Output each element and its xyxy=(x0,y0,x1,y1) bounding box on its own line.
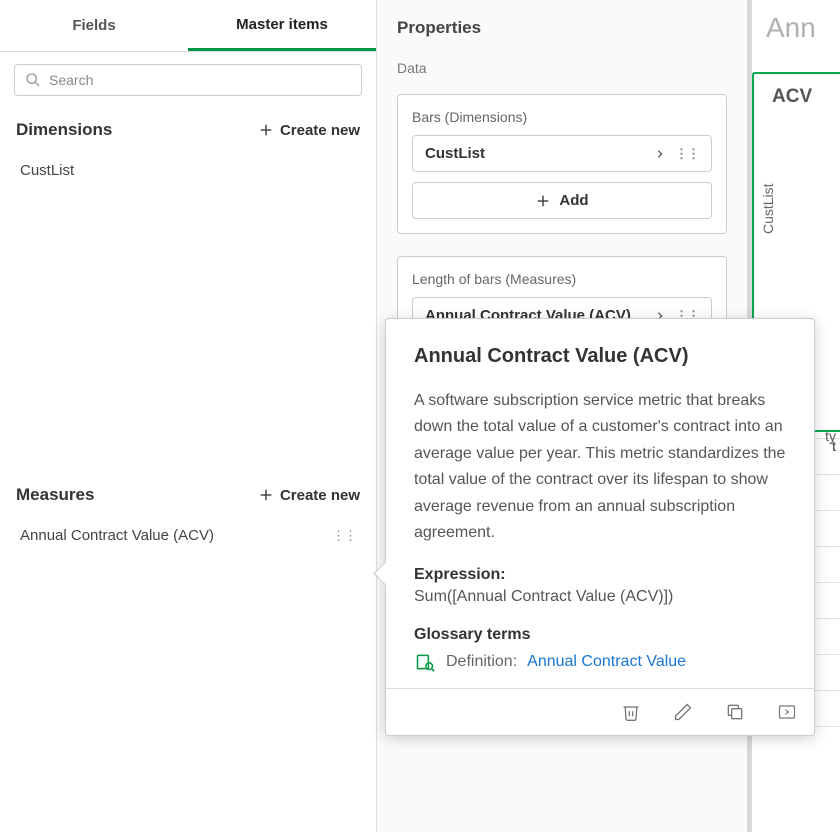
search-input[interactable] xyxy=(14,64,362,96)
dimensions-header: Dimensions Create new xyxy=(0,106,376,150)
chart-value-label: ACV xyxy=(772,86,840,108)
export-icon[interactable] xyxy=(776,701,798,723)
glossary-link[interactable]: Annual Contract Value xyxy=(527,653,686,671)
popover-description: A software subscription service metric t… xyxy=(414,388,786,546)
glossary-label: Glossary terms xyxy=(414,626,786,644)
add-label: Add xyxy=(559,192,588,209)
assets-panel: Fields Master items Dimensions Create ne… xyxy=(0,0,377,832)
data-section-label: Data xyxy=(397,60,727,76)
edit-icon[interactable] xyxy=(672,701,694,723)
tab-fields[interactable]: Fields xyxy=(0,0,188,51)
measure-item[interactable]: Annual Contract Value (ACV) ⋮⋮ xyxy=(0,515,376,556)
measure-details-popover: Annual Contract Value (ACV) A software s… xyxy=(385,318,815,736)
plus-icon xyxy=(535,193,551,209)
plus-icon xyxy=(258,122,274,138)
measure-item-label: Annual Contract Value (ACV) xyxy=(20,527,214,544)
asset-tabs: Fields Master items xyxy=(0,0,376,52)
duplicate-icon[interactable] xyxy=(724,701,746,723)
dimension-chip-label: CustList xyxy=(425,145,485,162)
popover-title: Annual Contract Value (ACV) xyxy=(414,345,786,368)
chevron-right-icon xyxy=(655,147,665,161)
measures-header: Measures Create new xyxy=(0,471,376,515)
plus-icon xyxy=(258,487,274,503)
add-dimension-button[interactable]: Add xyxy=(412,182,712,219)
create-measure-button[interactable]: Create new xyxy=(258,487,360,504)
tab-master-items[interactable]: Master items xyxy=(188,0,376,51)
chart-axis-label: CustList xyxy=(760,183,776,234)
drag-handle-icon[interactable]: ⋮⋮ xyxy=(332,528,356,544)
expression-label: Expression: xyxy=(414,566,786,584)
popover-toolbar xyxy=(386,688,814,735)
delete-icon[interactable] xyxy=(620,701,642,723)
dimension-chip[interactable]: CustList ⋮⋮ xyxy=(412,135,712,172)
search-field[interactable] xyxy=(49,72,351,88)
drag-handle-icon[interactable]: ⋮⋮ xyxy=(675,146,699,162)
definition-label: Definition: xyxy=(446,653,517,671)
search-icon xyxy=(25,72,41,88)
measures-title: Measures xyxy=(16,485,94,505)
chart-title: Ann xyxy=(766,12,816,44)
create-dimension-button[interactable]: Create new xyxy=(258,122,360,139)
glossary-icon xyxy=(414,652,436,672)
bars-card: Bars (Dimensions) CustList ⋮⋮ Add xyxy=(397,94,727,234)
create-dimension-label: Create new xyxy=(280,122,360,139)
dimensions-title: Dimensions xyxy=(16,120,112,140)
create-measure-label: Create new xyxy=(280,487,360,504)
length-label: Length of bars (Measures) xyxy=(412,271,712,287)
dimension-item[interactable]: CustList xyxy=(0,150,376,191)
bars-label: Bars (Dimensions) xyxy=(412,109,712,125)
dimension-item-label: CustList xyxy=(20,162,74,179)
properties-title: Properties xyxy=(397,18,727,38)
expression-value: Sum([Annual Contract Value (ACV)]) xyxy=(414,588,786,606)
